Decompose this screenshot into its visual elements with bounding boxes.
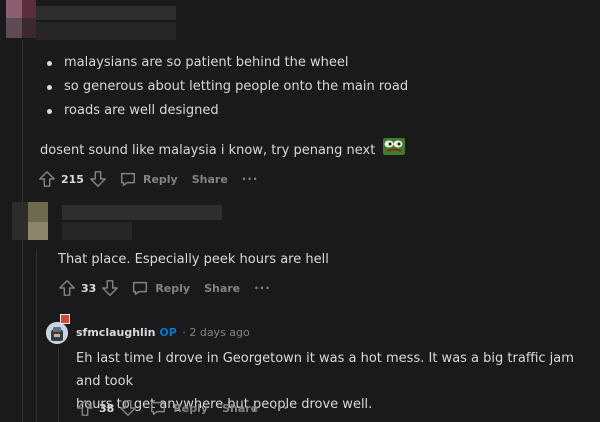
reply-button[interactable]: Reply <box>173 402 208 415</box>
comment-actions: 215 Reply Share ··· <box>38 168 258 190</box>
flair-icon <box>60 314 70 324</box>
upvote-icon[interactable] <box>58 279 76 297</box>
vote-count: 38 <box>99 401 115 415</box>
timestamp[interactable]: · 2 days ago <box>182 326 249 339</box>
op-badge: OP <box>159 326 177 339</box>
avatar[interactable] <box>46 322 68 344</box>
share-button[interactable]: Share <box>222 402 258 415</box>
list-item: so generous about letting people onto th… <box>44 78 408 102</box>
downvote-icon[interactable] <box>101 279 119 297</box>
reply-button[interactable]: Reply <box>155 282 190 295</box>
list-item: malaysians are so patient behind the whe… <box>44 54 408 78</box>
vote-count: 33 <box>81 281 97 295</box>
thread-line[interactable] <box>58 348 59 422</box>
downvote-icon[interactable] <box>89 170 107 188</box>
share-button[interactable]: Share <box>204 282 240 295</box>
reply-button[interactable]: Reply <box>143 173 178 186</box>
comment-bubble-icon[interactable] <box>149 399 167 417</box>
comment-body: dosent sound like malaysia i know, try p… <box>40 138 405 163</box>
pepe-emoji-icon <box>382 138 405 163</box>
bullet-list: malaysians are so patient behind the whe… <box>44 54 408 126</box>
comment-text: Eh last time I drove in Georgetown it wa… <box>76 351 574 389</box>
comment-actions: 33 Reply Share ··· <box>58 277 271 299</box>
vote-count: 215 <box>61 172 84 186</box>
username[interactable]: sfmclaughlin <box>76 326 155 339</box>
share-button[interactable]: Share <box>192 173 228 186</box>
list-item: roads are well designed <box>44 102 408 126</box>
downvote-icon[interactable] <box>119 399 137 417</box>
comment-bubble-icon[interactable] <box>131 279 149 297</box>
upvote-icon[interactable] <box>38 170 56 188</box>
more-options-icon[interactable]: ··· <box>272 401 289 415</box>
more-options-icon[interactable]: ··· <box>242 172 259 186</box>
comment-text: dosent sound like malaysia i know, try p… <box>40 143 376 158</box>
comment-bubble-icon[interactable] <box>119 170 137 188</box>
comment-meta: sfmclaughlin OP · 2 days ago <box>76 326 250 339</box>
upvote-icon[interactable] <box>76 399 94 417</box>
thread-line[interactable] <box>36 250 37 422</box>
more-options-icon[interactable]: ··· <box>254 281 271 295</box>
comment-actions: 38 Reply Share ··· <box>76 397 289 419</box>
comment-body: That place. Especially peek hours are he… <box>58 252 329 267</box>
